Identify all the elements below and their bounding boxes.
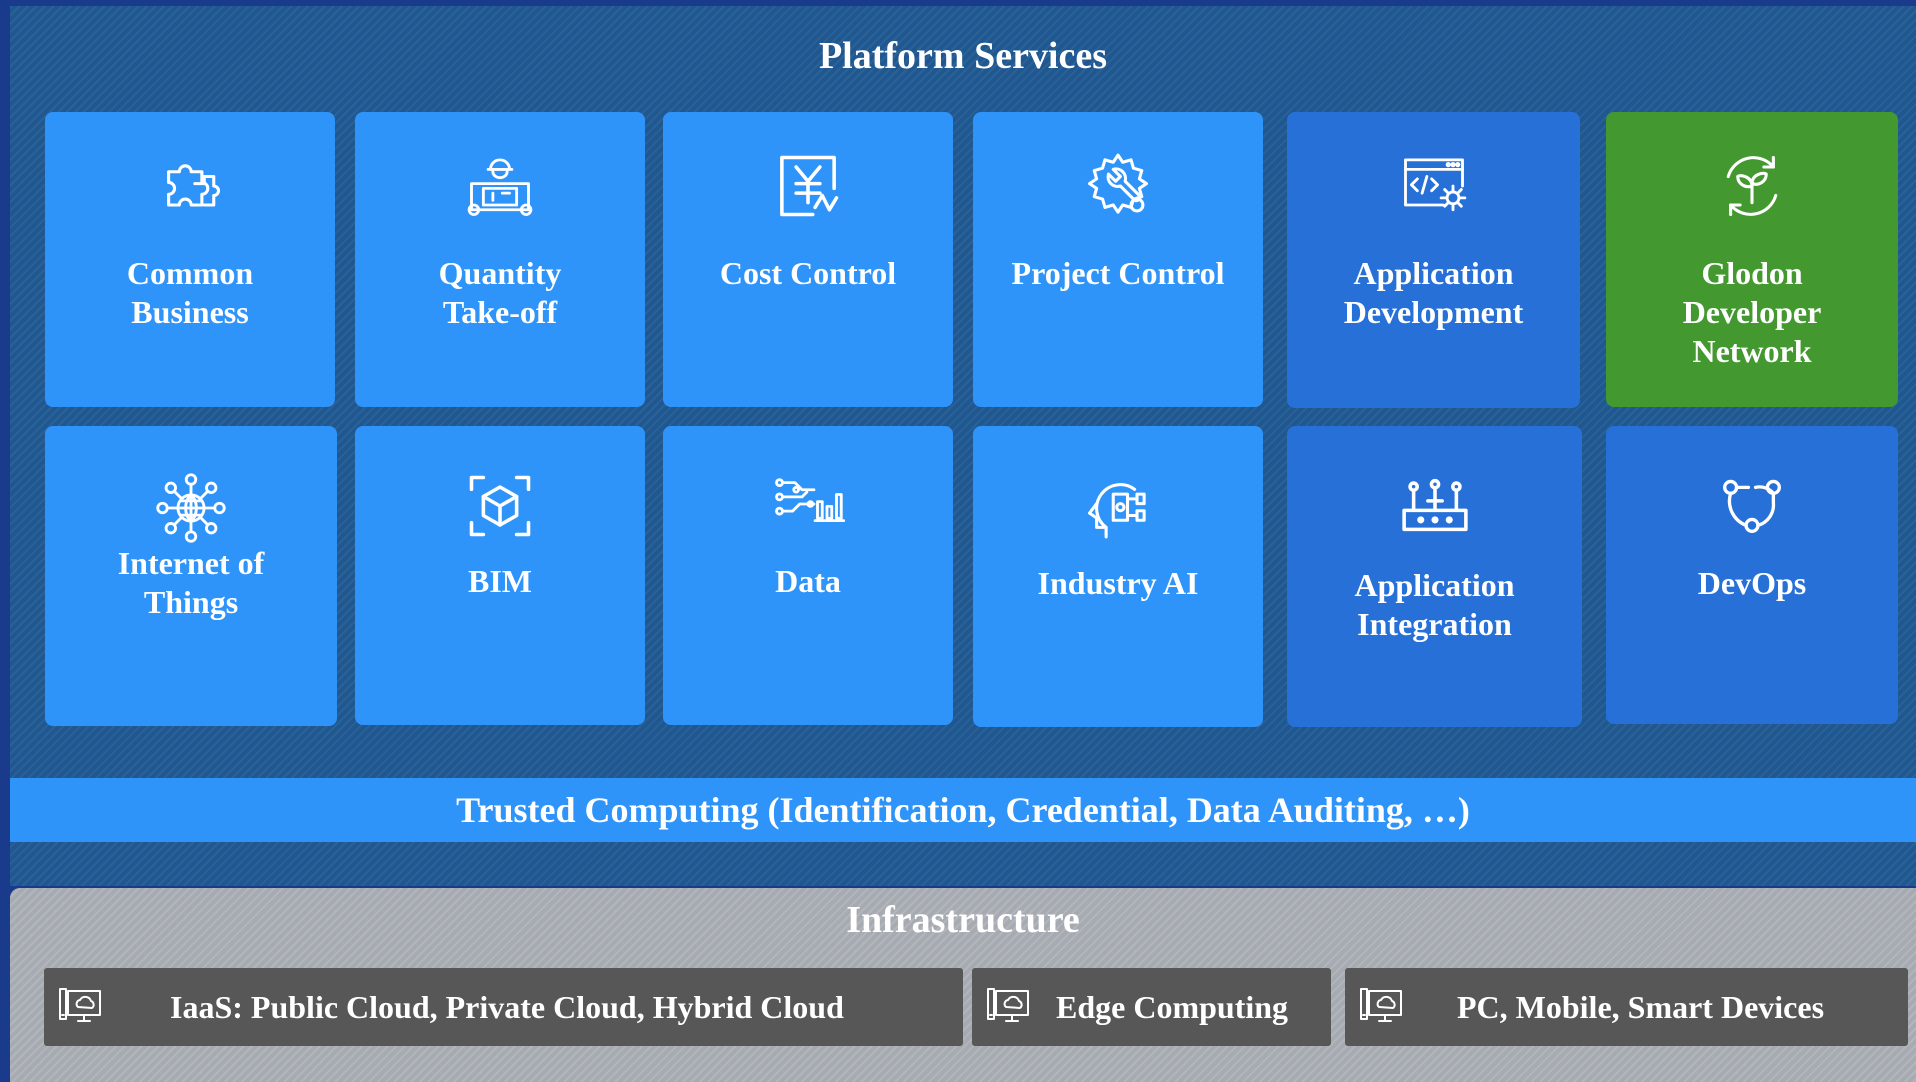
infrastructure-panel: Infrastructure IaaS: Public Cloud, Priva… (10, 888, 1916, 1082)
tile-internet-of-things: Internet of Things (45, 426, 337, 726)
infrastructure-title: Infrastructure (846, 899, 1080, 941)
tile-application-development: Application Development (1287, 112, 1580, 408)
tile-label: DevOps (1697, 565, 1807, 601)
tile-label: Cost Control (719, 255, 897, 291)
tile-label: Application Development (1343, 255, 1524, 330)
tile-label: Common Business (126, 255, 254, 330)
infra-box-edge-computing: Edge Computing (972, 968, 1331, 1046)
infra-box-devices: PC, Mobile, Smart Devices (1345, 968, 1908, 1046)
tile-quantity-take-off: Quantity Take-off (355, 112, 645, 407)
tile-label: Application Integration (1354, 567, 1515, 642)
puzzle-icon (152, 148, 228, 224)
ai-head-icon (1080, 468, 1156, 544)
globe-network-icon (153, 470, 229, 546)
cloud-monitor-icon (984, 985, 1032, 1027)
tile-project-control: Project Control (973, 112, 1263, 407)
infra-box-iaas: IaaS: Public Cloud, Private Cloud, Hybri… (44, 968, 963, 1046)
tile-label: Quantity Take-off (438, 255, 562, 330)
yen-document-icon (770, 148, 846, 224)
tile-label: Data (775, 563, 841, 599)
tile-label: Internet of Things (117, 545, 265, 620)
tile-label: Project Control (1011, 255, 1225, 291)
tile-label: Glodon Developer Network (1682, 255, 1822, 369)
infra-box-label: IaaS: Public Cloud, Private Cloud, Hybri… (170, 989, 844, 1025)
infra-box-label: Edge Computing (1056, 989, 1289, 1025)
platform-services-title: Platform Services (818, 35, 1108, 77)
router-icon (1397, 470, 1473, 546)
tile-devops: DevOps (1606, 426, 1898, 724)
code-window-gear-icon (1396, 148, 1472, 224)
tile-industry-ai: Industry AI (973, 426, 1263, 727)
cube-frame-icon (462, 468, 538, 544)
data-circuit-chart-icon (770, 466, 846, 542)
infra-box-label: PC, Mobile, Smart Devices (1457, 989, 1825, 1025)
devops-cycle-icon (1714, 466, 1790, 542)
cloud-monitor-icon (1357, 985, 1405, 1027)
tile-label: Industry AI (1037, 565, 1199, 601)
trusted-computing-bar: Trusted Computing (Identification, Crede… (10, 778, 1916, 842)
cloud-monitor-icon (56, 985, 104, 1027)
tile-application-integration: Application Integration (1287, 426, 1582, 727)
tile-data: Data (663, 426, 953, 725)
tile-common-business: Common Business (45, 112, 335, 407)
sprout-cycle-icon (1714, 148, 1790, 224)
tile-label: BIM (468, 563, 532, 599)
gear-wrench-icon (1080, 148, 1156, 224)
tile-glodon-developer-network: Glodon Developer Network (1606, 112, 1898, 407)
tile-bim: BIM (355, 426, 645, 725)
tile-cost-control: Cost Control (663, 112, 953, 407)
engineer-blueprint-icon (462, 148, 538, 224)
